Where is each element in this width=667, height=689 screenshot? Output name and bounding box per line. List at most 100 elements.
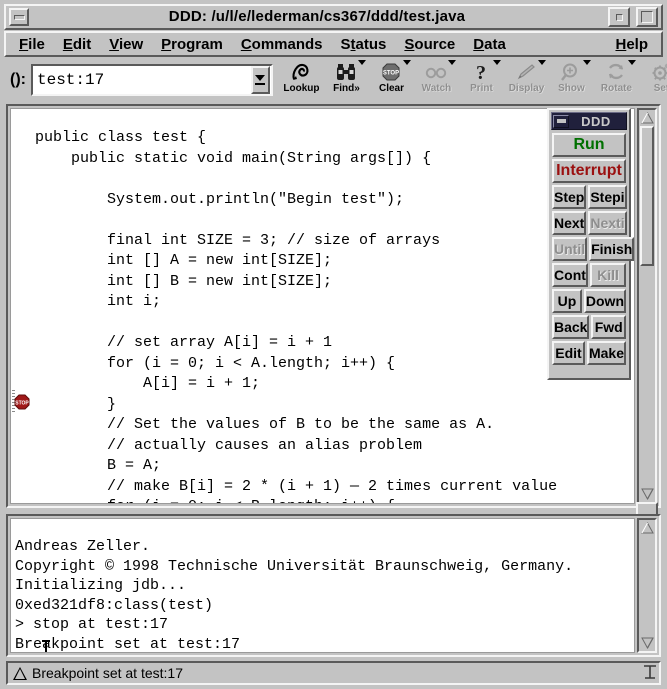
source-gutter [11, 109, 33, 503]
menu-source[interactable]: Source [395, 35, 464, 54]
svg-text:STOP: STOP [383, 71, 399, 77]
console-text-area[interactable]: Andreas Zeller. Copyright © 1998 Technis… [10, 518, 635, 653]
ddd-button-until: Until [552, 237, 588, 261]
menu-file[interactable]: File [10, 35, 54, 54]
toolbar-buttons: Lookup Find» STOP Clear Watch ? Print Di… [279, 60, 667, 100]
ddd-button-up[interactable]: Up [552, 289, 582, 313]
ddd-button-down[interactable]: Down [583, 289, 626, 313]
ddd-button-cont[interactable]: Cont [552, 263, 588, 287]
ddd-button-run[interactable]: Run [552, 133, 626, 157]
ddd-row: Interrupt [551, 158, 627, 184]
ddd-row: Until Finish [551, 236, 635, 262]
toolbar-label-display: Display [508, 83, 545, 94]
toolbar-button-watch[interactable]: Watch [414, 60, 459, 100]
ddd-button-fwd[interactable]: Fwd [591, 315, 626, 339]
source-text-area[interactable]: STOP public class test { public static v… [10, 108, 635, 504]
dropdown-arrow-icon [357, 60, 366, 65]
toolbar-label-rotate: Rotate [600, 83, 633, 94]
menu-commands[interactable]: Commands [232, 35, 332, 54]
ddd-row: Run [551, 132, 627, 158]
argument-field-label: (): [10, 71, 26, 88]
toolbar-button-display[interactable]: Display [504, 60, 549, 100]
scroll-up-button[interactable] [640, 521, 654, 535]
menubar: File Edit View Program Commands Status S… [4, 31, 663, 57]
menu-status[interactable]: Status [332, 35, 396, 54]
scroll-down-button[interactable] [640, 487, 654, 501]
pen-icon [515, 61, 537, 83]
toolbar-button-clear[interactable]: STOP Clear [369, 60, 414, 100]
argument-field-wrapper [30, 64, 273, 96]
restore-icon [615, 13, 623, 21]
maximize-icon [641, 11, 653, 23]
toolbar-label-set: Set [653, 83, 667, 94]
console-scrollbar[interactable] [637, 518, 657, 653]
ddd-button-interrupt[interactable]: Interrupt [552, 159, 626, 183]
ddd-button-stepi[interactable]: Stepi [588, 185, 627, 209]
ddd-row: Back Fwd [551, 314, 627, 340]
status-bar: Breakpoint set at test:17 [6, 661, 661, 685]
toolbar-button-set[interactable]: Set [639, 60, 667, 100]
toolbar-button-print[interactable]: ? Print [459, 60, 504, 100]
ddd-button-step[interactable]: Step [552, 185, 587, 209]
menu-view[interactable]: View [100, 35, 152, 54]
source-scrollbar[interactable] [637, 108, 657, 504]
minimize-icon [13, 14, 25, 20]
ddd-button-finish[interactable]: Finish [589, 237, 635, 261]
question-mark-icon: ? [473, 61, 489, 83]
window-maximize-button[interactable] [636, 7, 658, 27]
argument-dropdown-button[interactable] [250, 66, 270, 94]
ddd-main-window: DDD: /u/l/e/lederman/cs367/ddd/test.java… [0, 0, 667, 689]
glasses-icon [425, 61, 447, 83]
toolbar-label-lookup: Lookup [283, 83, 320, 94]
ddd-panel-titlebar: DDD [551, 112, 627, 130]
ddd-button-make[interactable]: Make [586, 341, 626, 365]
binoculars-icon [335, 61, 357, 83]
stop-sign-icon: STOP [381, 61, 401, 83]
toolbar-button-rotate[interactable]: Rotate [594, 60, 639, 100]
scroll-up-button[interactable] [640, 111, 654, 125]
chevron-down-icon [255, 75, 266, 81]
dropdown-bar-icon [255, 83, 266, 85]
ddd-row: Up Down [551, 288, 627, 314]
toolbar-label-show: Show [558, 83, 585, 94]
warning-triangle-icon [13, 666, 27, 680]
ddd-button-nexti: Nexti [588, 211, 627, 235]
dropdown-arrow-icon [537, 60, 546, 65]
window-minimize-button[interactable] [9, 8, 29, 26]
scroll-down-button[interactable] [640, 636, 654, 650]
gear-icon [650, 61, 667, 83]
resize-grip[interactable] [642, 663, 658, 681]
stop-sign-breakpoint-icon[interactable]: STOP [14, 394, 30, 410]
ddd-button-next[interactable]: Next [552, 211, 587, 235]
toolbar-button-show[interactable]: Show [549, 60, 594, 100]
ddd-command-panel: DDD Run Interrupt Step Stepi Next Nexti … [547, 108, 635, 380]
toolbar-label-watch: Watch [421, 83, 452, 94]
menu-edit[interactable]: Edit [54, 35, 100, 54]
menu-program[interactable]: Program [152, 35, 232, 54]
rotate-arrows-icon [605, 61, 627, 83]
ddd-button-back[interactable]: Back [552, 315, 590, 339]
ddd-button-grid: Run Interrupt Step Stepi Next Nexti Unti… [551, 132, 635, 366]
ddd-button-edit[interactable]: Edit [552, 341, 585, 365]
toolbar-label-clear: Clear [378, 83, 404, 94]
menu-help[interactable]: Help [606, 35, 657, 54]
console-text-cursor [42, 640, 50, 652]
dropdown-arrow-icon [627, 60, 636, 65]
magnifier-plus-icon [560, 61, 582, 83]
toolbar-row: (): Lookup [4, 58, 667, 102]
ddd-row: Next Nexti [551, 210, 627, 236]
argument-input[interactable] [32, 66, 251, 94]
ddd-row: Step Stepi [551, 184, 627, 210]
menu-data[interactable]: Data [464, 35, 515, 54]
toolbar-button-find[interactable]: Find» [324, 60, 369, 100]
toolbar-button-lookup[interactable]: Lookup [279, 60, 324, 100]
scroll-thumb[interactable] [640, 126, 654, 266]
ddd-panel-minimize-button[interactable] [553, 114, 569, 128]
ddd-row: Edit Make [551, 340, 627, 366]
console-output: Andreas Zeller. Copyright © 1998 Technis… [15, 538, 574, 653]
window-restore-button[interactable] [608, 7, 630, 27]
dropdown-arrow-icon [492, 60, 501, 65]
dropdown-arrow-icon [582, 60, 591, 65]
svg-text:?: ? [476, 62, 486, 82]
window-title: DDD: /u/l/e/lederman/cs367/ddd/test.java [168, 8, 466, 25]
